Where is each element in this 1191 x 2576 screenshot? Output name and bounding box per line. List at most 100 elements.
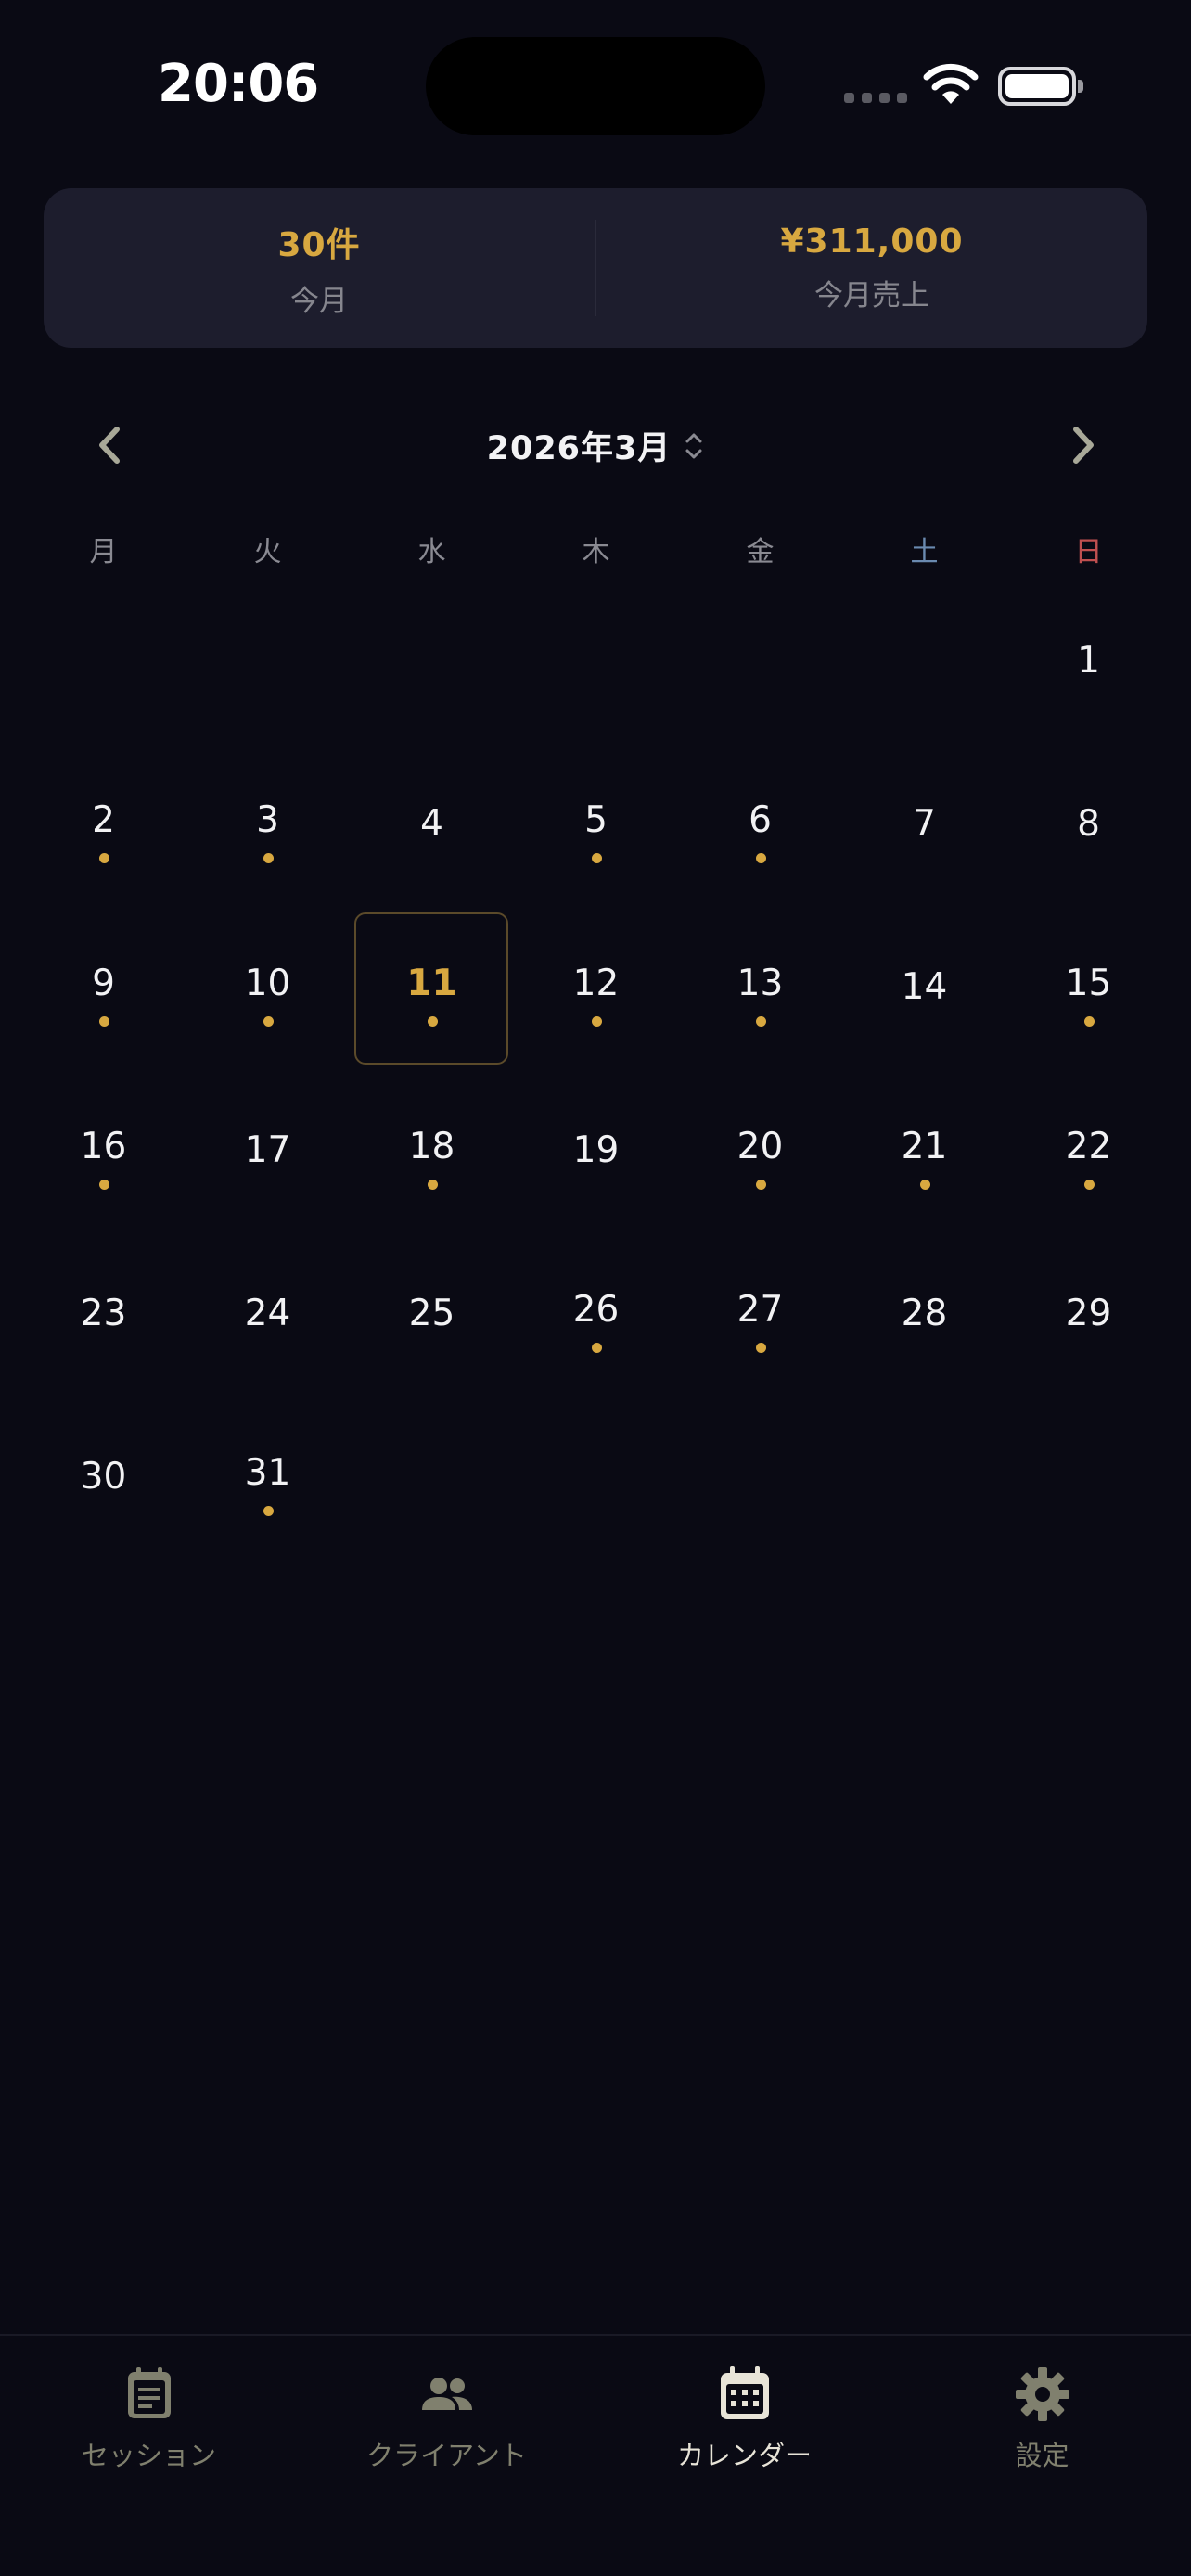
session-indicator-dot: [263, 1016, 274, 1027]
monthly-sales-summary: ¥311,000 今月売上: [596, 188, 1147, 348]
tab-clients[interactable]: クライアント: [298, 2336, 596, 2576]
day-number: 8: [1077, 802, 1100, 845]
empty-day-cell: [678, 580, 842, 744]
tab-label: 設定: [1015, 2440, 1069, 2471]
calendar-day[interactable]: 25: [350, 1233, 514, 1396]
tab-label: カレンダー: [676, 2440, 812, 2471]
calendar-day[interactable]: 3: [186, 744, 350, 907]
session-indicator-dot: [427, 1180, 438, 1190]
calendar-day[interactable]: 12: [514, 907, 678, 1070]
chevron-left-icon: [99, 427, 120, 464]
tab-calendar[interactable]: カレンダー: [596, 2336, 893, 2576]
calendar-day[interactable]: 20: [678, 1070, 842, 1233]
calendar-day[interactable]: 9: [21, 907, 186, 1070]
calendar-day[interactable]: 10: [186, 907, 350, 1070]
session-indicator-dot: [919, 1180, 930, 1190]
calendar-day[interactable]: 6: [678, 744, 842, 907]
calendar-day[interactable]: 14: [842, 907, 1006, 1070]
chevron-right-icon: [1073, 427, 1094, 464]
day-number: 17: [244, 1129, 291, 1171]
weekday-header: 月火水木金土日: [21, 529, 1171, 569]
monthly-sales-value: ¥311,000: [780, 223, 964, 261]
day-number: 9: [92, 962, 115, 1004]
session-indicator-dot: [1083, 1180, 1095, 1190]
calendar-day[interactable]: 2: [21, 744, 186, 907]
tab-settings[interactable]: 設定: [893, 2336, 1191, 2576]
day-number: 18: [408, 1125, 455, 1167]
day-number: 25: [408, 1292, 455, 1334]
day-number: 13: [736, 962, 784, 1004]
day-number: 29: [1065, 1292, 1112, 1334]
selected-day-frame: [354, 912, 508, 1065]
day-number: 22: [1065, 1125, 1112, 1167]
calendar-day[interactable]: 15: [1006, 907, 1171, 1070]
calendar-day[interactable]: 19: [514, 1070, 678, 1233]
session-indicator-dot: [591, 1343, 602, 1353]
calendar-day[interactable]: 30: [21, 1396, 186, 1560]
session-indicator-dot: [1083, 1016, 1095, 1027]
session-indicator-dot: [755, 1180, 766, 1190]
session-indicator-dot: [427, 1016, 438, 1027]
empty-day-cell: [186, 580, 350, 744]
calendar-day[interactable]: 28: [842, 1233, 1006, 1396]
day-number: 23: [80, 1292, 127, 1334]
day-number: 26: [572, 1288, 620, 1331]
day-number: 3: [256, 798, 279, 841]
calendar-day[interactable]: 8: [1006, 744, 1171, 907]
calendar-day[interactable]: 4: [350, 744, 514, 907]
calendar-icon: [714, 2364, 775, 2429]
weekday-label: 月: [89, 536, 118, 568]
tab-bar: セッション クライアント カレンダー 設定: [0, 2334, 1191, 2576]
calendar-day[interactable]: 7: [842, 744, 1006, 907]
weekday-label: 火: [253, 536, 282, 568]
weekday-label: 木: [582, 536, 610, 568]
chevron-up-down-icon: [685, 433, 702, 459]
battery-icon: [998, 67, 1083, 106]
weekday-label: 土: [910, 536, 939, 568]
previous-month-button[interactable]: [91, 422, 128, 468]
session-indicator-dot: [755, 853, 766, 863]
calendar-day[interactable]: 26: [514, 1233, 678, 1396]
weekday-label: 日: [1074, 536, 1103, 568]
next-month-button[interactable]: [1065, 422, 1102, 468]
day-number: 14: [901, 965, 948, 1008]
day-number: 10: [244, 962, 291, 1004]
calendar-day[interactable]: 18: [350, 1070, 514, 1233]
calendar-grid: 1 2 3 4 5 6 7 8 9 10 11 12 13 14 15 16 17 18 19 20 21 22 23 24 2…: [21, 580, 1171, 1560]
day-number: 12: [572, 962, 620, 1004]
session-indicator-dot: [98, 1016, 109, 1027]
calendar-day[interactable]: 23: [21, 1233, 186, 1396]
calendar-day[interactable]: 31: [186, 1396, 350, 1560]
calendar-day[interactable]: 24: [186, 1233, 350, 1396]
month-picker[interactable]: 2026年3月: [0, 422, 1191, 468]
calendar-day[interactable]: 5: [514, 744, 678, 907]
calendar-day[interactable]: 1: [1006, 580, 1171, 744]
people-icon: [416, 2364, 478, 2429]
session-count-value: 30件: [277, 225, 361, 264]
calendar-day[interactable]: 13: [678, 907, 842, 1070]
day-number: 5: [584, 798, 608, 841]
calendar-day[interactable]: 22: [1006, 1070, 1171, 1233]
tab-sessions[interactable]: セッション: [0, 2336, 298, 2576]
session-indicator-dot: [591, 853, 602, 863]
tab-label: クライアント: [366, 2440, 527, 2471]
calendar-day[interactable]: 16: [21, 1070, 186, 1233]
session-count-summary: 30件 今月: [44, 188, 595, 348]
calendar-day[interactable]: 29: [1006, 1233, 1171, 1396]
cellular-signal-icon: [844, 93, 907, 103]
calendar-day-today[interactable]: 11: [350, 907, 514, 1070]
session-indicator-dot: [755, 1016, 766, 1027]
session-indicator-dot: [263, 853, 274, 863]
session-indicator-dot: [591, 1016, 602, 1027]
calendar-day[interactable]: 17: [186, 1070, 350, 1233]
tab-label: セッション: [81, 2440, 216, 2471]
weekday-label: 水: [417, 536, 446, 568]
day-number: 15: [1065, 962, 1112, 1004]
weekday-label: 金: [746, 536, 775, 568]
empty-day-cell: [514, 580, 678, 744]
calendar-day[interactable]: 21: [842, 1070, 1006, 1233]
calendar-day[interactable]: 27: [678, 1233, 842, 1396]
day-number: 1: [1077, 639, 1100, 682]
session-count-label: 今月: [290, 284, 348, 318]
day-number: 7: [913, 802, 936, 845]
